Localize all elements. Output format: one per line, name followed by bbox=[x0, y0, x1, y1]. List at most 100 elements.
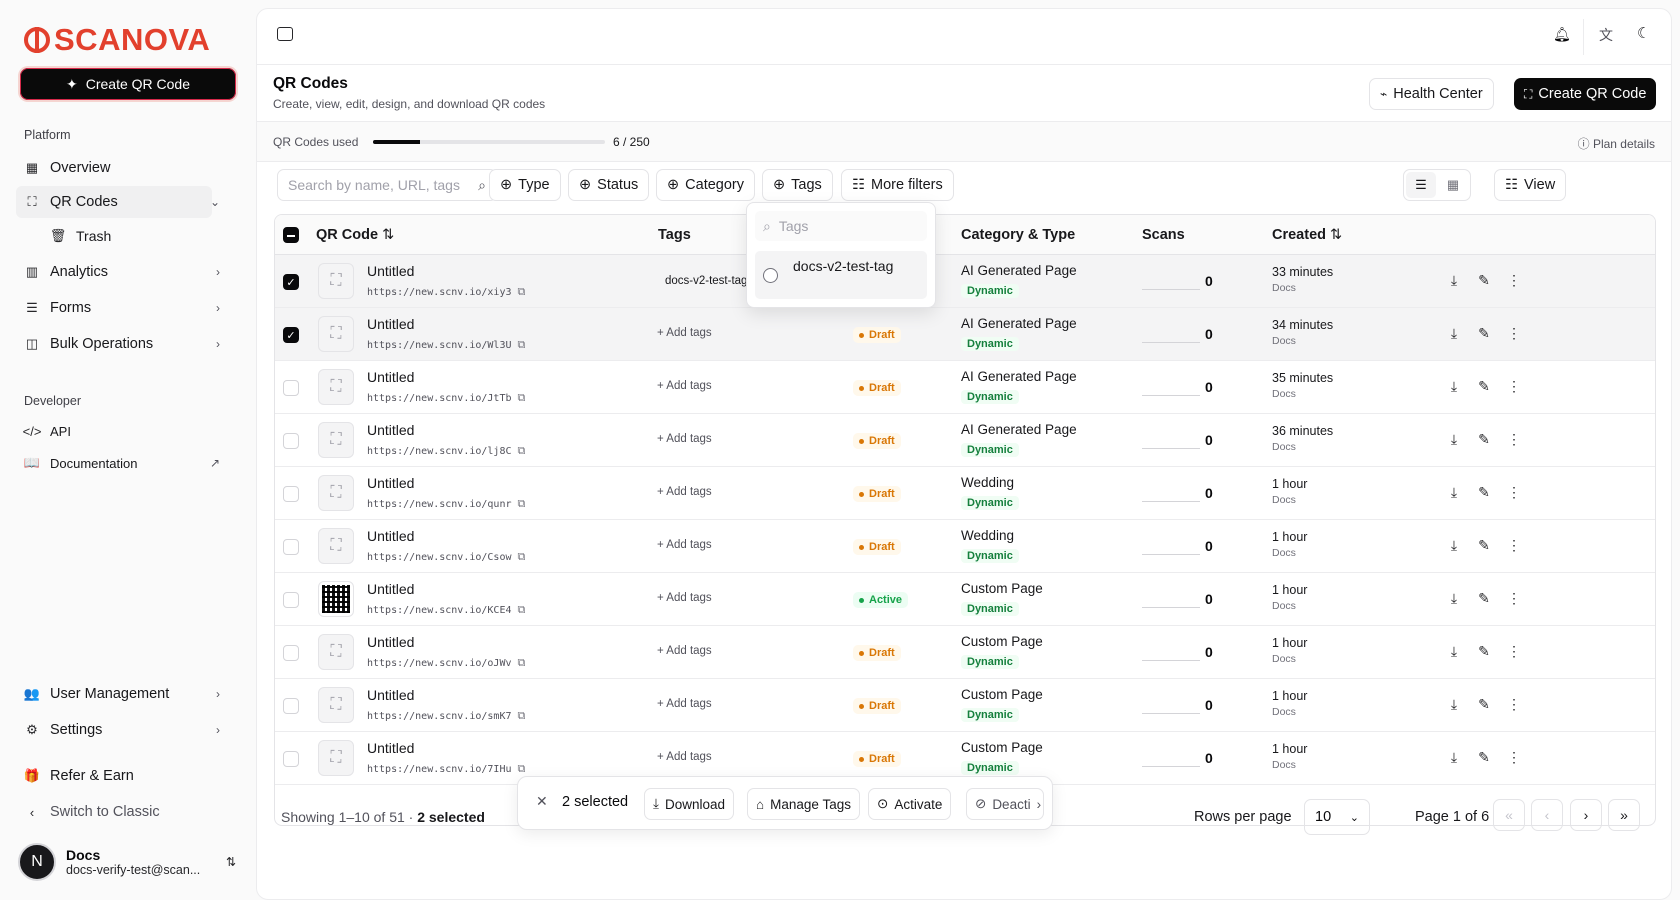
edit-design-icon[interactable]: ✎ bbox=[1476, 271, 1492, 289]
more-vertical-icon[interactable]: ⋮ bbox=[1506, 536, 1522, 554]
more-vertical-icon[interactable]: ⋮ bbox=[1506, 324, 1522, 342]
copy-icon[interactable]: ⧉ bbox=[518, 762, 526, 776]
qr-placeholder-icon[interactable]: ⛶ bbox=[318, 369, 354, 405]
plan-details-link[interactable]: ⓘ Plan details bbox=[1578, 135, 1655, 152]
more-vertical-icon[interactable]: ⋮ bbox=[1506, 748, 1522, 766]
add-tags-button[interactable]: + Add tags bbox=[657, 592, 712, 604]
table-row[interactable]: ✓ ⛶ Untitled https://new.scnv.io/Wl3U ⧉ +… bbox=[275, 308, 1655, 361]
download-icon[interactable]: ⤓ bbox=[1446, 642, 1462, 660]
table-row[interactable]: Untitled https://new.scnv.io/KCE4 ⧉ + Add… bbox=[275, 573, 1655, 626]
row-checkbox[interactable] bbox=[283, 539, 299, 555]
download-icon[interactable]: ⤓ bbox=[1446, 483, 1462, 501]
sidebar-item-forms[interactable]: ☰ Forms › bbox=[16, 292, 220, 324]
moon-icon[interactable]: ☾ bbox=[1637, 24, 1650, 42]
sidebar-item-bulk-operations[interactable]: ◫ Bulk Operations › bbox=[16, 328, 220, 360]
qr-name[interactable]: Untitled bbox=[367, 422, 414, 438]
copy-icon[interactable]: ⧉ bbox=[518, 285, 526, 299]
sidebar-create-qr-button[interactable]: ✦ Create QR Code bbox=[20, 68, 236, 100]
select-all-checkbox[interactable] bbox=[283, 227, 299, 243]
last-page-button[interactable]: » bbox=[1608, 799, 1640, 831]
copy-icon[interactable]: ⧉ bbox=[518, 550, 526, 564]
table-row[interactable]: ⛶ Untitled https://new.scnv.io/oJWv ⧉ + A… bbox=[275, 626, 1655, 679]
add-tags-button[interactable]: + Add tags bbox=[657, 751, 712, 763]
filter-category[interactable]: ⊕ Category bbox=[656, 169, 755, 201]
sidebar-item-user-management[interactable]: 👥 User Management › bbox=[16, 678, 220, 710]
copy-icon[interactable]: ⧉ bbox=[518, 603, 526, 617]
row-checkbox[interactable] bbox=[283, 486, 299, 502]
qr-name[interactable]: Untitled bbox=[367, 369, 414, 385]
filter-tags[interactable]: ⊕ Tags bbox=[762, 169, 833, 201]
filter-type[interactable]: ⊕ Type bbox=[489, 169, 561, 201]
more-vertical-icon[interactable]: ⋮ bbox=[1506, 430, 1522, 448]
create-qr-code-button[interactable]: ⛶ Create QR Code bbox=[1514, 78, 1657, 110]
bulk-deactivate-button[interactable]: ⊘ Deacti › bbox=[966, 788, 1044, 820]
qr-name[interactable]: Untitled bbox=[367, 475, 414, 491]
qr-placeholder-icon[interactable]: ⛶ bbox=[318, 422, 354, 458]
rows-per-page-select[interactable]: 10 ⌄ bbox=[1304, 799, 1370, 835]
view-options-button[interactable]: ☷ View bbox=[1494, 169, 1567, 201]
table-row[interactable]: ⛶ Untitled https://new.scnv.io/lj8C ⧉ + A… bbox=[275, 414, 1655, 467]
qr-placeholder-icon[interactable]: ⛶ bbox=[318, 475, 354, 511]
tags-search-input[interactable]: ⌕ Tags bbox=[755, 211, 927, 241]
filter-status[interactable]: ⊕ Status bbox=[568, 169, 650, 201]
edit-design-icon[interactable]: ✎ bbox=[1476, 748, 1492, 766]
table-row[interactable]: ⛶ Untitled https://new.scnv.io/qunr ⧉ + A… bbox=[275, 467, 1655, 520]
table-row[interactable]: ⛶ Untitled https://new.scnv.io/JtTb ⧉ + A… bbox=[275, 361, 1655, 414]
download-icon[interactable]: ⤓ bbox=[1446, 748, 1462, 766]
sidebar-item-refer-earn[interactable]: 🎁 Refer & Earn bbox=[16, 760, 212, 792]
table-row[interactable]: ⛶ Untitled https://new.scnv.io/smK7 ⧉ + A… bbox=[275, 679, 1655, 732]
qr-name[interactable]: Untitled bbox=[367, 581, 414, 597]
brand-logo[interactable]: SCANOVA bbox=[24, 22, 210, 58]
sidebar-item-switch-classic[interactable]: ‹ Switch to Classic bbox=[16, 796, 212, 828]
qr-code-image[interactable] bbox=[318, 581, 354, 617]
row-checkbox[interactable] bbox=[283, 592, 299, 608]
tag-badge[interactable]: docs-v2-test-tag bbox=[657, 273, 755, 289]
add-tags-button[interactable]: + Add tags bbox=[657, 698, 712, 710]
qr-placeholder-icon[interactable]: ⛶ bbox=[318, 740, 354, 776]
user-menu[interactable]: N Docs docs-verify-test@scan... ⇅ bbox=[18, 842, 236, 882]
sidebar-item-settings[interactable]: ⚙ Settings › bbox=[16, 714, 220, 746]
language-icon[interactable]: 文 bbox=[1599, 25, 1613, 45]
list-view-icon[interactable]: ☰ bbox=[1406, 172, 1436, 198]
qr-placeholder-icon[interactable]: ⛶ bbox=[318, 263, 354, 299]
add-tags-button[interactable]: + Add tags bbox=[657, 539, 712, 551]
row-checkbox[interactable] bbox=[283, 698, 299, 714]
prev-page-button[interactable]: ‹ bbox=[1531, 799, 1563, 831]
copy-icon[interactable]: ⧉ bbox=[518, 709, 526, 723]
more-filters-button[interactable]: ☷ More filters bbox=[841, 169, 954, 201]
download-icon[interactable]: ⤓ bbox=[1446, 589, 1462, 607]
download-icon[interactable]: ⤓ bbox=[1446, 271, 1462, 289]
more-vertical-icon[interactable]: ⋮ bbox=[1506, 642, 1522, 660]
table-row[interactable]: ⛶ Untitled https://new.scnv.io/Csow ⧉ + A… bbox=[275, 520, 1655, 573]
add-tags-button[interactable]: + Add tags bbox=[657, 380, 712, 392]
copy-icon[interactable]: ⧉ bbox=[518, 497, 526, 511]
qr-placeholder-icon[interactable]: ⛶ bbox=[318, 634, 354, 670]
row-checkbox[interactable]: ✓ bbox=[283, 327, 299, 343]
sidebar-item-documentation[interactable]: 📖 Documentation ↗ bbox=[16, 447, 220, 479]
download-icon[interactable]: ⤓ bbox=[1446, 695, 1462, 713]
qr-name[interactable]: Untitled bbox=[367, 634, 414, 650]
row-checkbox[interactable] bbox=[283, 433, 299, 449]
more-vertical-icon[interactable]: ⋮ bbox=[1506, 589, 1522, 607]
download-icon[interactable]: ⤓ bbox=[1446, 536, 1462, 554]
health-center-button[interactable]: ⌁ Health Center bbox=[1369, 78, 1494, 110]
close-icon[interactable]: ✕ bbox=[536, 793, 548, 810]
edit-design-icon[interactable]: ✎ bbox=[1476, 536, 1492, 554]
more-vertical-icon[interactable]: ⋮ bbox=[1506, 695, 1522, 713]
copy-icon[interactable]: ⧉ bbox=[518, 444, 526, 458]
sidebar-item-api[interactable]: </> API bbox=[16, 415, 212, 447]
sidebar-item-analytics[interactable]: ▥ Analytics › bbox=[16, 256, 220, 288]
more-vertical-icon[interactable]: ⋮ bbox=[1506, 483, 1522, 501]
sidebar-item-trash[interactable]: 🗑 Trash bbox=[42, 220, 212, 252]
sidebar-item-overview[interactable]: ▦ Overview bbox=[16, 152, 212, 184]
add-tags-button[interactable]: + Add tags bbox=[657, 327, 712, 339]
edit-design-icon[interactable]: ✎ bbox=[1476, 324, 1492, 342]
search-input[interactable]: Search by name, URL, tags ⌕ bbox=[277, 169, 497, 201]
tag-option[interactable]: docs-v2-test-tag bbox=[755, 251, 927, 299]
grid-view-icon[interactable]: ▦ bbox=[1438, 172, 1468, 198]
qr-name[interactable]: Untitled bbox=[367, 316, 414, 332]
qr-name[interactable]: Untitled bbox=[367, 528, 414, 544]
tag-option-checkbox[interactable] bbox=[763, 268, 778, 283]
edit-design-icon[interactable]: ✎ bbox=[1476, 642, 1492, 660]
col-created[interactable]: Created ⇅ bbox=[1272, 227, 1342, 243]
